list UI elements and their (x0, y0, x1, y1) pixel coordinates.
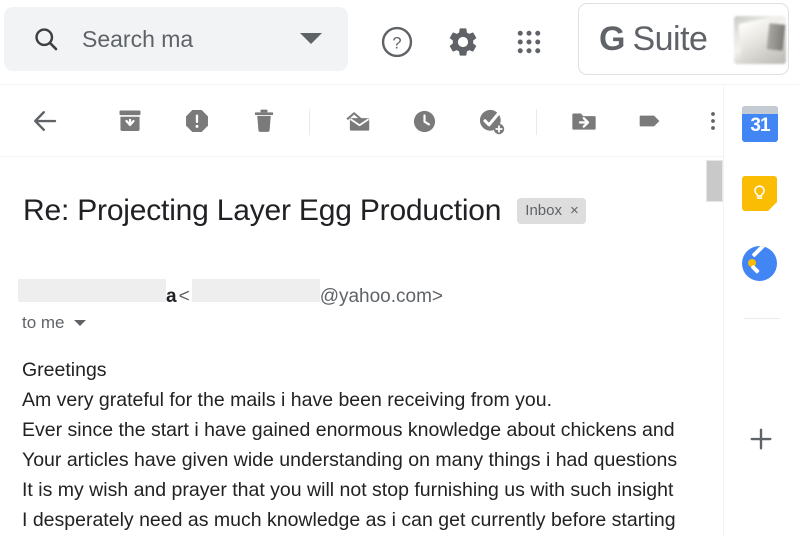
help-circle-icon[interactable]: ? (377, 22, 417, 62)
svg-text:?: ? (392, 35, 401, 53)
search-options-chevron-down-icon[interactable] (300, 33, 322, 44)
recipient-row[interactable]: to me (22, 313, 86, 333)
labels-button[interactable] (628, 98, 674, 144)
report-spam-icon (186, 110, 208, 132)
message-action-toolbar (0, 86, 723, 157)
sender-row[interactable]: a < @yahoo.com> (18, 279, 443, 308)
body-line: It is my wish and prayer that you will n… (22, 479, 674, 501)
top-header: ? G Suite (0, 0, 799, 85)
back-button[interactable] (22, 98, 68, 144)
label-tag-icon (639, 115, 660, 127)
side-panel-add[interactable] (742, 420, 780, 458)
task-add-icon (479, 109, 504, 134)
search-bar[interactable] (4, 7, 348, 71)
gmail-app-window: ? G Suite (0, 0, 799, 535)
sender-bracket-open: < (178, 286, 190, 307)
body-line: I desperately need as much knowledge as … (22, 509, 676, 531)
avatar[interactable] (734, 16, 786, 64)
trash-icon (254, 109, 274, 132)
gsuite-logo-letter: G (599, 19, 625, 58)
sender-name-tail: a (166, 286, 177, 307)
side-panel-tasks[interactable] (742, 246, 780, 284)
toolbar-divider (536, 109, 537, 135)
arrow-left-icon (34, 111, 57, 131)
message-body: Greetings Am very grateful for the mails… (22, 355, 712, 535)
scrollbar-thumb[interactable] (706, 160, 723, 202)
label-chip-text: Inbox (525, 202, 562, 219)
move-to-button[interactable] (561, 98, 607, 144)
apps-grid-icon[interactable] (509, 22, 549, 62)
google-calendar-icon: 31 (742, 106, 778, 142)
side-panel-calendar[interactable]: 31 (742, 106, 780, 144)
move-to-folder-icon (572, 113, 596, 130)
body-line: Ever since the start i have gained enorm… (22, 419, 675, 441)
archive-button[interactable] (107, 98, 153, 144)
more-vertical-icon (711, 112, 715, 130)
toolbar-divider (309, 109, 310, 135)
body-line: Your articles have given wide understand… (22, 449, 678, 471)
google-keep-icon (742, 176, 777, 211)
page-title: Re: Projecting Layer Egg Production (23, 194, 502, 227)
mark-unread-icon (345, 111, 369, 131)
tasks-icon-check-short (750, 264, 760, 274)
report-spam-button[interactable] (174, 98, 220, 144)
message-pane: Re: Projecting Layer Egg Production Inbo… (0, 158, 723, 535)
recipient-label: to me (22, 313, 65, 332)
search-icon (32, 25, 60, 53)
add-to-tasks-button[interactable] (468, 98, 514, 144)
search-input[interactable] (82, 25, 257, 53)
body-line: Greetings (22, 359, 107, 381)
sender-address-redaction (191, 279, 320, 302)
plus-icon (750, 428, 772, 450)
side-panel-keep[interactable] (742, 176, 780, 214)
mark-unread-button[interactable] (334, 98, 380, 144)
gsuite-logo-word: Suite (632, 19, 708, 58)
delete-button[interactable] (241, 98, 287, 144)
google-tasks-icon (742, 246, 777, 281)
archive-icon (119, 110, 141, 132)
body-line: Am very grateful for the mails i have be… (22, 389, 552, 411)
subject-row: Re: Projecting Layer Egg Production Inbo… (23, 194, 586, 228)
side-panel-divider-line (744, 318, 780, 319)
clock-icon (413, 110, 435, 132)
gear-icon[interactable] (443, 22, 483, 62)
sender-name-redaction (18, 279, 166, 302)
calendar-icon-date: 31 (750, 115, 770, 136)
gsuite-account-badge[interactable]: G Suite (578, 3, 789, 75)
calendar-icon-header (742, 106, 778, 114)
close-icon[interactable]: × (570, 202, 579, 219)
scrollbar-track[interactable] (705, 158, 723, 535)
tasks-icon-check-long (751, 246, 769, 258)
side-panel: 31 (724, 86, 799, 535)
status-badge: Inbox × (517, 198, 586, 224)
chevron-down-icon[interactable] (73, 320, 86, 326)
snooze-button[interactable] (401, 98, 447, 144)
sender-address-domain: @yahoo.com> (319, 286, 444, 307)
